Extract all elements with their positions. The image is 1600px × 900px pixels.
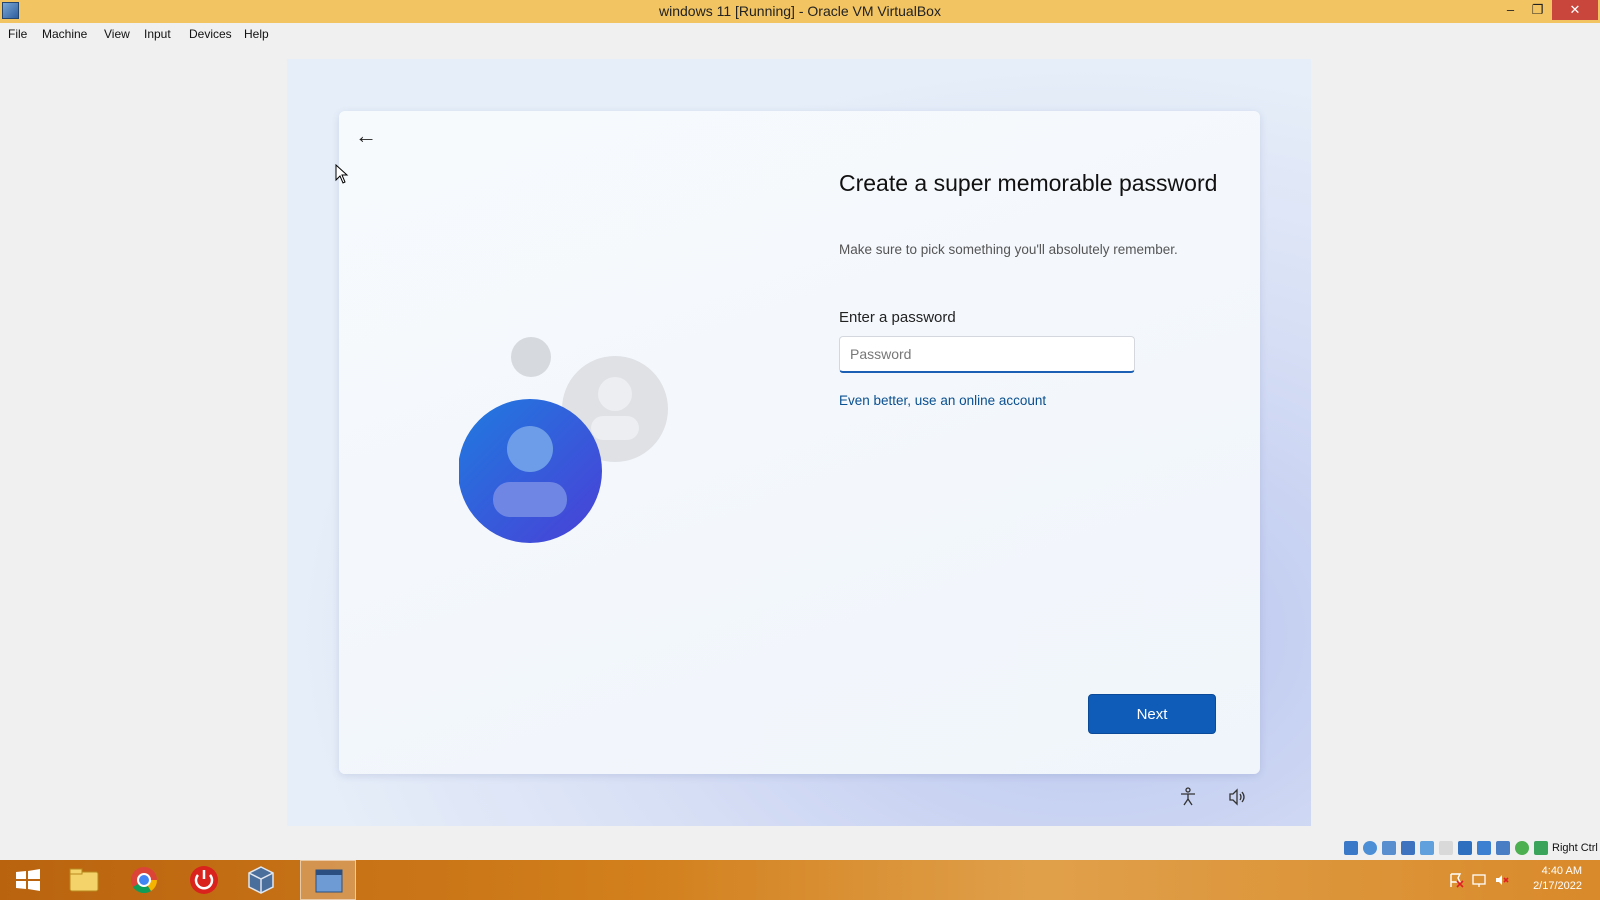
menu-help[interactable]: Help <box>244 27 269 41</box>
optical-drive-icon[interactable] <box>1363 841 1377 855</box>
power-icon <box>190 866 218 894</box>
vm-display-area: ← Create a super memorable password Make… <box>0 45 1600 837</box>
tray-date: 2/17/2022 <box>1533 880 1582 892</box>
mouse-integration-icon[interactable] <box>1534 841 1548 855</box>
blue-avatar-body <box>493 482 567 517</box>
window-titlebar[interactable]: windows 11 [Running] - Oracle VM Virtual… <box>0 0 1600 23</box>
host-taskbar: 4:40 AM 2/17/2022 <box>0 860 1600 900</box>
online-account-link[interactable]: Even better, use an online account <box>839 393 1046 408</box>
back-arrow-icon[interactable]: ← <box>355 125 379 149</box>
small-grey-circle <box>511 337 551 377</box>
grey-avatar-body <box>591 416 639 440</box>
audio-icon[interactable] <box>1382 841 1396 855</box>
virtualbox-icon <box>248 866 274 894</box>
close-button[interactable]: ✕ <box>1552 0 1598 20</box>
menu-input[interactable]: Input <box>144 27 171 41</box>
mouse-cursor-icon <box>335 164 349 184</box>
restore-button[interactable]: ❐ <box>1524 0 1551 20</box>
menu-devices[interactable]: Devices <box>189 27 232 41</box>
folder-icon <box>69 868 99 892</box>
volume-muted-tray-icon[interactable] <box>1494 872 1510 888</box>
menu-bar: File Machine View Input Devices Help <box>0 23 1600 45</box>
user-accounts-illustration <box>459 337 668 543</box>
menu-view[interactable]: View <box>104 27 130 41</box>
window-title: windows 11 [Running] - Oracle VM Virtual… <box>659 3 941 19</box>
setup-card: ← Create a super memorable password Make… <box>339 111 1260 774</box>
windows-logo-icon <box>16 869 40 891</box>
host-key-label: Right Ctrl <box>1552 842 1598 854</box>
volume-icon[interactable] <box>1227 787 1247 807</box>
network-tray-icon[interactable] <box>1471 872 1487 888</box>
power-app-button[interactable] <box>176 860 232 900</box>
virtualbox-manager-button[interactable] <box>233 860 289 900</box>
next-button[interactable]: Next <box>1088 694 1216 734</box>
action-center-flag-icon[interactable] <box>1448 872 1464 888</box>
page-title: Create a super memorable password <box>839 170 1218 196</box>
display-icon[interactable] <box>1458 841 1472 855</box>
shared-folders-icon[interactable] <box>1439 841 1453 855</box>
blue-avatar-head <box>507 426 553 472</box>
start-button[interactable] <box>0 860 56 900</box>
grey-avatar-head <box>598 377 632 411</box>
password-input[interactable] <box>839 336 1135 373</box>
tray-clock[interactable]: 4:40 AM 2/17/2022 <box>1520 865 1582 892</box>
chrome-button[interactable] <box>116 860 172 900</box>
vm-status-bar: Right Ctrl <box>0 837 1600 860</box>
virtualbox-vm-button[interactable] <box>300 860 356 900</box>
usb-icon[interactable] <box>1420 841 1434 855</box>
password-label: Enter a password <box>839 309 956 326</box>
hard-disk-icon[interactable] <box>1344 841 1358 855</box>
file-explorer-button[interactable] <box>56 860 112 900</box>
page-subtitle: Make sure to pick something you'll absol… <box>839 242 1178 257</box>
guest-screen[interactable]: ← Create a super memorable password Make… <box>287 59 1311 826</box>
menu-machine[interactable]: Machine <box>42 27 87 41</box>
chrome-icon <box>131 867 158 894</box>
guest-additions-icon[interactable] <box>1515 841 1529 855</box>
vm-window-icon <box>315 869 343 893</box>
accessibility-icon[interactable] <box>1178 787 1198 807</box>
tray-time: 4:40 AM <box>1541 865 1582 877</box>
vt-x-icon[interactable] <box>1496 841 1510 855</box>
minimize-button[interactable]: ‒ <box>1497 0 1524 20</box>
video-capture-icon[interactable] <box>1477 841 1491 855</box>
menu-file[interactable]: File <box>8 27 27 41</box>
network-icon[interactable] <box>1401 841 1415 855</box>
